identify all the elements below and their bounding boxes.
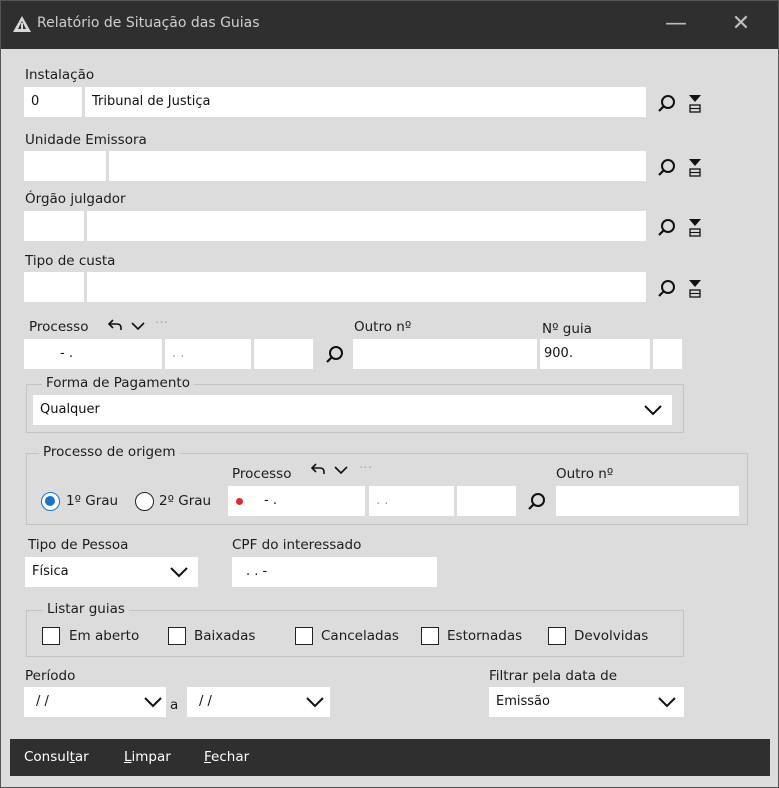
- search-icon[interactable]: [657, 94, 677, 114]
- undo-icon[interactable]: [310, 462, 326, 476]
- chevron-down-icon: [170, 567, 188, 578]
- grau1-label: 1º Grau: [66, 493, 119, 509]
- periodo-label: Período: [25, 668, 76, 684]
- limpar-accesskey: L: [124, 749, 132, 765]
- cpf-label: CPF do interessado: [232, 537, 362, 553]
- tipo-custa-name-input[interactable]: [87, 272, 646, 302]
- periodo-start-input[interactable]: / /: [24, 687, 166, 717]
- close-icon[interactable]: ✕: [721, 9, 761, 41]
- periodo-start-value: / /: [36, 694, 49, 709]
- origem-processo-label: Processo: [232, 466, 292, 482]
- em-aberto-label: Em aberto: [69, 628, 140, 644]
- forma-pagamento-select[interactable]: Qualquer: [33, 395, 672, 425]
- estornadas-label: Estornadas: [447, 628, 523, 644]
- instalacao-code-input[interactable]: 0: [24, 87, 82, 117]
- chevron-down-icon: [658, 697, 676, 708]
- filtrar-data-value: Emissão: [496, 694, 550, 709]
- instalacao-label: Instalação: [25, 67, 95, 83]
- grau1-radio[interactable]: [41, 492, 60, 511]
- origem-processo-year-input[interactable]: . .: [369, 486, 454, 516]
- clear-filter-icon[interactable]: [688, 158, 702, 178]
- fechar-label-rest: echar: [211, 749, 250, 765]
- more-icon[interactable]: ···: [155, 315, 168, 331]
- numero-guia-label: Nº guia: [542, 321, 592, 337]
- search-icon[interactable]: [657, 158, 677, 178]
- tipo-pessoa-label: Tipo de Pessoa: [28, 537, 129, 553]
- clear-filter-icon[interactable]: [688, 218, 702, 238]
- periodo-end-value: / /: [199, 694, 212, 709]
- processo-year-input[interactable]: . .: [165, 339, 251, 369]
- outro-numero-input[interactable]: [353, 339, 537, 369]
- estornadas-checkbox[interactable]: [421, 627, 439, 645]
- tipo-custa-code-input[interactable]: [24, 272, 84, 302]
- app-logo-icon: [13, 16, 31, 32]
- canceladas-label: Canceladas: [321, 628, 399, 644]
- filtrar-data-label: Filtrar pela data de: [489, 668, 618, 684]
- chevron-down-icon[interactable]: [131, 321, 145, 331]
- origem-processo-origin-input[interactable]: [457, 486, 516, 516]
- clear-filter-icon[interactable]: [688, 279, 702, 299]
- periodo-end-input[interactable]: / /: [187, 687, 330, 717]
- orgao-julgador-code-input[interactable]: [24, 211, 84, 241]
- listar-guias-legend: Listar guias: [43, 601, 129, 617]
- forma-pagamento-value: Qualquer: [40, 402, 100, 417]
- em-aberto-checkbox[interactable]: [42, 627, 60, 645]
- title-bar: Relatório de Situação das Guias — ✕: [1, 1, 778, 49]
- clear-filter-icon[interactable]: [688, 94, 702, 114]
- action-bar: Consultar Limpar Fechar: [10, 739, 770, 776]
- numero-guia-input[interactable]: 900.: [540, 339, 650, 369]
- tipo-custa-label: Tipo de custa: [25, 253, 116, 269]
- tipo-pessoa-select[interactable]: Física: [25, 557, 198, 587]
- orgao-julgador-label: Órgão julgador: [25, 191, 126, 207]
- orgao-julgador-name-input[interactable]: [87, 211, 646, 241]
- origem-outro-numero-label: Outro nº: [556, 466, 614, 482]
- outro-numero-label: Outro nº: [354, 319, 412, 335]
- search-icon[interactable]: [657, 279, 677, 299]
- required-indicator: [236, 498, 243, 505]
- origem-processo-number-input[interactable]: - .: [228, 486, 365, 516]
- processo-number-input[interactable]: - .: [24, 339, 162, 369]
- processo-origem-legend: Processo de origem: [39, 444, 180, 460]
- search-icon[interactable]: [527, 492, 547, 512]
- baixadas-label: Baixadas: [194, 628, 256, 644]
- devolvidas-checkbox[interactable]: [548, 627, 566, 645]
- tipo-pessoa-value: Física: [32, 564, 69, 579]
- unidade-emissora-code-input[interactable]: [24, 151, 106, 181]
- periodo-separator: a: [170, 697, 179, 713]
- filtrar-data-select[interactable]: Emissão: [489, 687, 684, 717]
- forma-pagamento-legend: Forma de Pagamento: [42, 375, 194, 391]
- devolvidas-label: Devolvidas: [574, 628, 649, 644]
- canceladas-checkbox[interactable]: [295, 627, 313, 645]
- chevron-down-icon: [644, 405, 662, 416]
- grau2-label: 2º Grau: [159, 493, 212, 509]
- grau2-radio[interactable]: [135, 492, 154, 511]
- chevron-down-icon: [306, 697, 324, 708]
- limpar-button[interactable]: Limpar: [124, 749, 171, 765]
- minimize-icon[interactable]: —: [656, 9, 696, 41]
- numero-guia-extra-input[interactable]: [653, 339, 682, 369]
- consultar-label-end: ar: [74, 749, 89, 765]
- undo-icon[interactable]: [107, 318, 123, 332]
- consultar-label-start: Consul: [24, 749, 70, 765]
- cpf-input[interactable]: . . -: [232, 557, 437, 587]
- search-icon[interactable]: [325, 345, 345, 365]
- unidade-emissora-label: Unidade Emissora: [25, 132, 147, 148]
- fechar-button[interactable]: Fechar: [204, 749, 249, 765]
- unidade-emissora-name-input[interactable]: [109, 151, 646, 181]
- chevron-down-icon[interactable]: [334, 465, 348, 475]
- chevron-down-icon: [144, 697, 162, 708]
- instalacao-name-input[interactable]: Tribunal de Justiça: [85, 87, 646, 117]
- fechar-accesskey: F: [204, 749, 212, 765]
- consultar-button[interactable]: Consultar: [24, 749, 89, 765]
- limpar-label-rest: impar: [131, 749, 171, 765]
- dialog-window: Relatório de Situação das Guias — ✕ Inst…: [0, 0, 779, 788]
- more-icon[interactable]: ···: [359, 460, 372, 476]
- processo-label: Processo: [29, 319, 89, 335]
- window-title: Relatório de Situação das Guias: [37, 15, 260, 31]
- origem-outro-numero-input[interactable]: [556, 486, 739, 516]
- search-icon[interactable]: [657, 218, 677, 238]
- processo-origin-input[interactable]: [254, 339, 313, 369]
- baixadas-checkbox[interactable]: [168, 627, 186, 645]
